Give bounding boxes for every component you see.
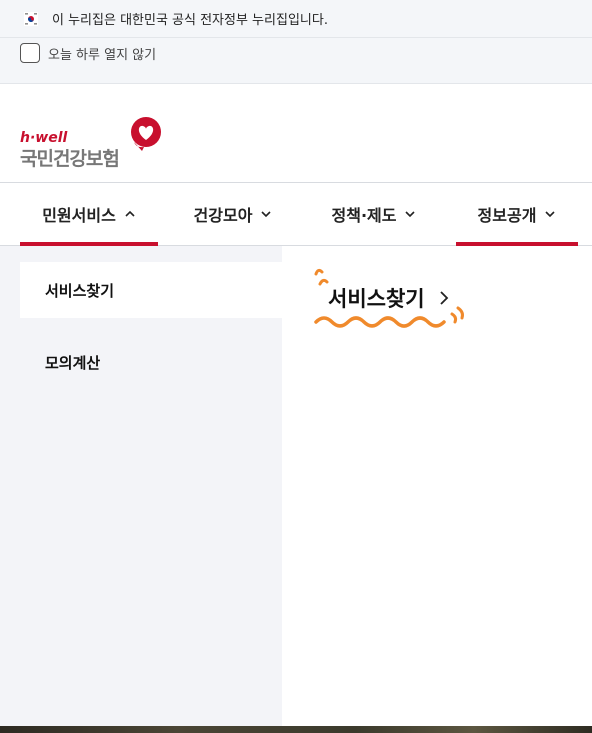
dont-open-today-checkbox[interactable] xyxy=(20,43,40,63)
background-photo-strip xyxy=(0,726,592,733)
chevron-down-icon xyxy=(261,211,272,218)
chevron-down-icon xyxy=(405,211,416,218)
service-search-link-label: 서비스찾기 xyxy=(328,287,425,311)
nav-item-health-moa[interactable]: 건강모아 xyxy=(178,183,288,245)
submenu-item-label: 모의계산 xyxy=(45,353,101,372)
submenu-list: 서비스찾기 모의계산 xyxy=(20,262,282,726)
gov-banner: 이 누리집은 대한민국 공식 전자정부 누리집입니다. 오늘 하루 열지 않기 xyxy=(0,0,592,84)
chevron-right-icon xyxy=(439,291,448,305)
nav-item-civil-service[interactable]: 민원서비스 xyxy=(20,183,158,246)
nav-item-label: 정책·제도 xyxy=(331,206,397,225)
dont-open-today-toggle[interactable]: 오늘 하루 열지 않기 xyxy=(20,42,156,64)
submenu-item-label: 서비스찾기 xyxy=(45,281,115,300)
heart-logo-icon xyxy=(131,117,161,151)
chevron-up-icon xyxy=(125,210,135,217)
official-notice-bar: 이 누리집은 대한민국 공식 전자정부 누리집입니다. xyxy=(0,0,592,38)
logo-brand-name: 국민건강보험 xyxy=(20,148,120,170)
nav-item-label: 정보공개 xyxy=(477,206,537,225)
submenu-content-area: 서비스찾기 xyxy=(282,246,592,726)
korea-flag-icon xyxy=(24,11,38,26)
chevron-down-icon xyxy=(545,211,556,218)
service-search-link[interactable]: 서비스찾기 xyxy=(328,280,449,316)
nav-item-info-disclosure[interactable]: 정보공개 xyxy=(456,183,578,246)
nhis-logo[interactable]: h·well 국민건강보험 xyxy=(20,116,170,172)
nav-item-label: 민원서비스 xyxy=(42,206,116,225)
nav-item-policy[interactable]: 정책·제도 xyxy=(318,183,430,245)
main-nav: 민원서비스 건강모아 정책·제도 정보공개 xyxy=(0,182,592,246)
dont-open-today-label[interactable]: 오늘 하루 열지 않기 xyxy=(48,44,156,63)
submenu-item-service-search[interactable]: 서비스찾기 xyxy=(20,262,282,318)
nav-item-label: 건강모아 xyxy=(193,206,253,225)
submenu-item-mock-calc[interactable]: 모의계산 xyxy=(20,334,282,390)
mega-menu-panel: 서비스찾기 모의계산 서비스찾기 xyxy=(0,246,592,726)
official-notice-text: 이 누리집은 대한민국 공식 전자정부 누리집입니다. xyxy=(52,13,328,28)
